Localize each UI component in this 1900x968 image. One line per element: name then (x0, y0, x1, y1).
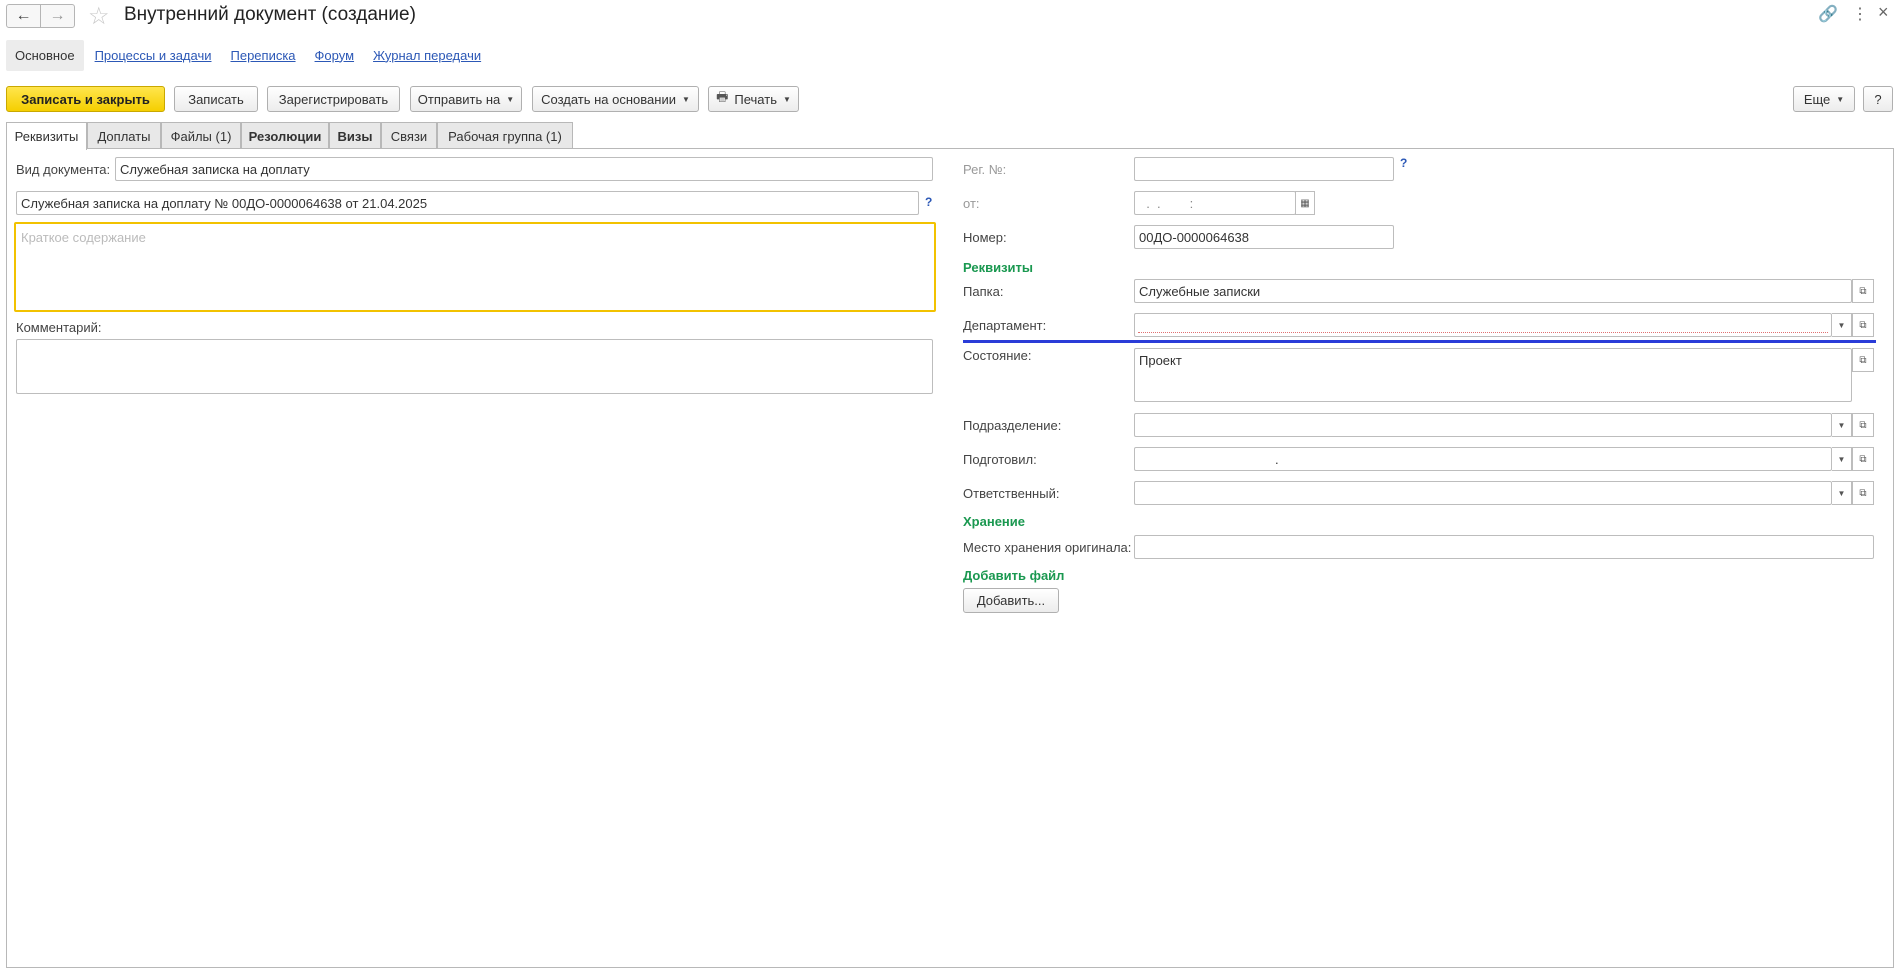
comment-field[interactable] (16, 339, 933, 394)
window-title: Внутренний документ (создание) (124, 4, 416, 25)
prepared-by-field[interactable]: . (1134, 447, 1832, 471)
send-to-button[interactable]: Отправить на ▼ (410, 86, 522, 112)
open-state-icon[interactable]: ⧉ (1852, 348, 1874, 372)
print-button[interactable]: 🖶 Печать ▼ (708, 86, 799, 112)
tab-visas[interactable]: Визы (329, 122, 381, 149)
responsible-field[interactable] (1134, 481, 1832, 505)
close-icon[interactable]: × (1878, 2, 1889, 23)
folder-field[interactable]: Служебные записки (1134, 279, 1852, 303)
open-subdivision-icon[interactable]: ⧉ (1852, 413, 1874, 437)
create-based-on-button[interactable]: Создать на основании ▼ (532, 86, 699, 112)
prepared-by-label: Подготовил: (963, 452, 1037, 467)
department-field[interactable] (1134, 313, 1832, 337)
section-link-processes[interactable]: Процессы и задачи (95, 48, 212, 63)
storage-header: Хранение (963, 514, 1025, 529)
open-prepared-by-icon[interactable]: ⧉ (1852, 447, 1874, 471)
tab-label: Резолюции (248, 128, 322, 144)
tab-label: Рабочая группа (1) (448, 128, 562, 144)
more-button[interactable]: Еще ▼ (1793, 86, 1855, 112)
reg-no-field[interactable] (1134, 157, 1394, 181)
responsible-label: Ответственный: (963, 486, 1060, 501)
title-help-icon[interactable]: ? (925, 195, 932, 209)
section-link-transfer-log[interactable]: Журнал передачи (373, 48, 481, 63)
storage-place-field[interactable] (1134, 535, 1874, 559)
tab-resolutions[interactable]: Резолюции (241, 122, 329, 149)
create-based-on-label: Создать на основании (541, 91, 676, 107)
subdivision-field[interactable] (1134, 413, 1832, 437)
favorite-star-icon[interactable]: ☆ (88, 2, 110, 31)
open-department-icon[interactable]: ⧉ (1852, 313, 1874, 337)
save-and-close-label: Записать и закрыть (21, 91, 150, 107)
save-and-close-button[interactable]: Записать и закрыть (6, 86, 165, 112)
more-label: Еще (1803, 91, 1831, 107)
calendar-icon[interactable]: ▦ (1295, 191, 1315, 215)
reg-no-label: Рег. №: (963, 162, 1007, 177)
link-icon[interactable]: 🔗 (1818, 4, 1838, 24)
reg-help-icon[interactable]: ? (1400, 156, 1407, 170)
from-date-field[interactable]: . . : (1134, 191, 1296, 215)
summary-field[interactable]: Краткое содержание (14, 222, 936, 312)
focus-indicator-line (963, 340, 1876, 343)
chevron-down-icon: ▼ (506, 94, 515, 104)
subdivision-dropdown-icon[interactable]: ▼ (1832, 413, 1852, 437)
add-file-button[interactable]: Добавить... (963, 588, 1059, 613)
register-label: Зарегистрировать (278, 91, 389, 107)
tab-files[interactable]: Файлы (1) (161, 122, 241, 149)
add-file-label: Добавить... (976, 593, 1046, 608)
from-date-label: от: (963, 196, 980, 211)
tab-label: Реквизиты (14, 129, 79, 144)
back-button[interactable]: ← (6, 4, 41, 28)
number-field[interactable]: 00ДО-0000064638 (1134, 225, 1394, 249)
save-button[interactable]: Записать (174, 86, 258, 112)
tab-surcharges[interactable]: Доплаты (87, 122, 161, 149)
requisites-header: Реквизиты (963, 260, 1033, 275)
tab-links[interactable]: Связи (381, 122, 437, 149)
save-label: Записать (188, 91, 244, 107)
chevron-down-icon: ▼ (1836, 94, 1845, 104)
send-to-label: Отправить на (417, 91, 501, 107)
chevron-down-icon: ▼ (782, 94, 791, 104)
printer-icon: 🖶 (716, 89, 729, 104)
section-link-correspondence[interactable]: Переписка (231, 48, 296, 63)
required-underline (1138, 332, 1828, 333)
open-responsible-icon[interactable]: ⧉ (1852, 481, 1874, 505)
arrow-left-icon: ← (15, 7, 32, 24)
prepared-by-dropdown-icon[interactable]: ▼ (1832, 447, 1852, 471)
section-link-main[interactable]: Основное (6, 39, 84, 71)
responsible-dropdown-icon[interactable]: ▼ (1832, 481, 1852, 505)
open-folder-icon[interactable]: ⧉ (1852, 279, 1874, 303)
doc-title-field[interactable]: Служебная записка на доплату № 00ДО-0000… (16, 191, 919, 215)
doc-type-field[interactable]: Служебная записка на доплату (115, 157, 933, 181)
tab-label: Доплаты (97, 128, 151, 144)
number-label: Номер: (963, 230, 1007, 245)
forward-button[interactable]: → (40, 4, 75, 28)
arrow-right-icon: → (49, 7, 66, 24)
add-file-header: Добавить файл (963, 568, 1065, 583)
comment-label: Комментарий: (16, 320, 102, 335)
tab-label: Связи (390, 128, 428, 144)
department-dropdown-icon[interactable]: ▼ (1832, 313, 1852, 337)
folder-label: Папка: (963, 284, 1004, 299)
tab-label: Файлы (1) (170, 128, 232, 144)
register-button[interactable]: Зарегистрировать (267, 86, 400, 112)
section-links: Основное Процессы и задачи Переписка Фор… (6, 39, 500, 71)
state-field[interactable]: Проект (1134, 348, 1852, 402)
print-label: Печать (734, 91, 777, 107)
doc-type-label: Вид документа: (16, 162, 111, 177)
tab-work-group[interactable]: Рабочая группа (1) (437, 122, 573, 149)
tab-requisites[interactable]: Реквизиты (6, 122, 87, 150)
help-label: ? (1874, 91, 1882, 107)
tab-label: Визы (337, 128, 373, 144)
chevron-down-icon: ▼ (681, 94, 690, 104)
help-button[interactable]: ? (1863, 86, 1893, 112)
more-menu-icon[interactable]: ⋮ (1852, 4, 1868, 24)
state-label: Состояние: (963, 348, 1032, 363)
section-link-forum[interactable]: Форум (315, 48, 355, 63)
department-label: Департамент: (963, 318, 1047, 333)
summary-placeholder: Краткое содержание (21, 230, 146, 245)
storage-place-label: Место хранения оригинала: (963, 540, 1132, 555)
subdivision-label: Подразделение: (963, 418, 1062, 433)
